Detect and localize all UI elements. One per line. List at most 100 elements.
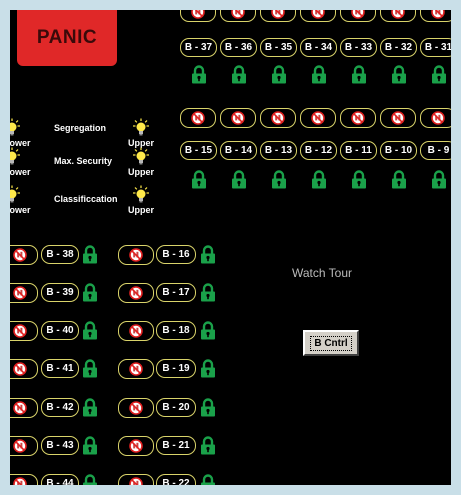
- prohibit-toggle-left1[interactable]: [10, 283, 38, 303]
- prohibited-icon: [271, 111, 285, 125]
- lock-icon[interactable]: [200, 436, 216, 455]
- prohibited-icon: [129, 477, 143, 485]
- lock-icon[interactable]: [82, 398, 98, 417]
- cell-button-top1[interactable]: B - 32: [380, 38, 417, 57]
- cell-button-top1[interactable]: B - 35: [260, 38, 297, 57]
- lock-icon[interactable]: [351, 170, 367, 189]
- cell-button-left2[interactable]: B - 22: [156, 474, 196, 485]
- lock-icon[interactable]: [271, 65, 287, 84]
- cell-button-top2[interactable]: B - 11: [340, 141, 377, 160]
- upper-label: Upper: [128, 167, 155, 177]
- cell-button-left2[interactable]: B - 19: [156, 359, 196, 378]
- prohibit-toggle-top2[interactable]: [420, 108, 451, 128]
- lock-icon[interactable]: [82, 245, 98, 264]
- cell-button-left2[interactable]: B - 20: [156, 398, 196, 417]
- bulb-lower-icon: [10, 147, 22, 167]
- prohibit-toggle-left1[interactable]: [10, 474, 38, 485]
- prohibit-toggle-top1[interactable]: [260, 10, 296, 22]
- cell-button-top2[interactable]: B - 12: [300, 141, 337, 160]
- watch-tour-label: Watch Tour: [292, 266, 353, 280]
- prohibit-toggle-left2[interactable]: [118, 321, 154, 341]
- lock-icon[interactable]: [82, 321, 98, 340]
- cell-button-top2[interactable]: B - 15: [180, 141, 217, 160]
- cell-button-top1[interactable]: B - 36: [220, 38, 257, 57]
- prohibit-toggle-left2[interactable]: [118, 398, 154, 418]
- prohibit-toggle-top1[interactable]: [300, 10, 336, 22]
- cell-button-left2[interactable]: B - 18: [156, 321, 196, 340]
- prohibit-toggle-left1[interactable]: [10, 359, 38, 379]
- prohibit-toggle-left2[interactable]: [118, 245, 154, 265]
- lock-icon[interactable]: [311, 65, 327, 84]
- cell-button-left1[interactable]: B - 41: [41, 359, 79, 378]
- prohibit-toggle-top1[interactable]: [340, 10, 376, 22]
- prohibit-toggle-top2[interactable]: [260, 108, 296, 128]
- cell-button-top1[interactable]: B - 34: [300, 38, 337, 57]
- cell-button-top1[interactable]: B - 33: [340, 38, 377, 57]
- lock-icon[interactable]: [82, 359, 98, 378]
- prohibit-toggle-left2[interactable]: [118, 359, 154, 379]
- lock-icon[interactable]: [200, 398, 216, 417]
- prohibit-toggle-left1[interactable]: [10, 436, 38, 456]
- lock-icon[interactable]: [82, 436, 98, 455]
- cell-button-top2[interactable]: B - 10: [380, 141, 417, 160]
- prohibit-toggle-top2[interactable]: [380, 108, 416, 128]
- cell-button-left1[interactable]: B - 42: [41, 398, 79, 417]
- prohibit-toggle-left2[interactable]: [118, 283, 154, 303]
- lock-icon[interactable]: [391, 170, 407, 189]
- lock-icon[interactable]: [351, 65, 367, 84]
- prohibited-icon: [13, 286, 27, 300]
- lock-icon[interactable]: [191, 65, 207, 84]
- cell-button-left2[interactable]: B - 21: [156, 436, 196, 455]
- prohibited-icon: [311, 10, 325, 19]
- lock-icon[interactable]: [431, 170, 447, 189]
- prohibited-icon: [311, 111, 325, 125]
- cell-button-left1[interactable]: B - 44: [41, 474, 79, 485]
- prohibit-toggle-top2[interactable]: [180, 108, 216, 128]
- panic-button[interactable]: PANIC: [17, 10, 117, 66]
- cell-button-left1[interactable]: B - 39: [41, 283, 79, 302]
- prohibit-toggle-top1[interactable]: [420, 10, 451, 22]
- lock-icon[interactable]: [231, 170, 247, 189]
- lock-icon[interactable]: [200, 245, 216, 264]
- lock-icon[interactable]: [82, 474, 98, 485]
- cell-button-left1[interactable]: B - 43: [41, 436, 79, 455]
- lock-icon[interactable]: [231, 65, 247, 84]
- cell-button-top2[interactable]: B - 14: [220, 141, 257, 160]
- lock-icon[interactable]: [200, 474, 216, 485]
- lock-icon[interactable]: [200, 321, 216, 340]
- lock-icon[interactable]: [82, 283, 98, 302]
- cell-button-left2[interactable]: B - 16: [156, 245, 196, 264]
- prohibit-toggle-top2[interactable]: [220, 108, 256, 128]
- prohibit-toggle-top2[interactable]: [300, 108, 336, 128]
- prohibited-icon: [191, 10, 205, 19]
- cell-button-top2[interactable]: B - 9: [420, 141, 451, 160]
- prohibit-toggle-top2[interactable]: [340, 108, 376, 128]
- cell-button-left1[interactable]: B - 40: [41, 321, 79, 340]
- cell-button-left1[interactable]: B - 38: [41, 245, 79, 264]
- control-name: Max. Security: [54, 156, 113, 166]
- cell-button-left2[interactable]: B - 17: [156, 283, 196, 302]
- prohibit-toggle-left2[interactable]: [118, 474, 154, 485]
- lock-icon[interactable]: [311, 170, 327, 189]
- lock-icon[interactable]: [431, 65, 447, 84]
- prohibit-toggle-top1[interactable]: [220, 10, 256, 22]
- prohibit-toggle-top1[interactable]: [180, 10, 216, 22]
- prohibit-toggle-top1[interactable]: [380, 10, 416, 22]
- lock-icon[interactable]: [200, 283, 216, 302]
- prohibited-icon: [231, 10, 245, 19]
- lock-icon[interactable]: [391, 65, 407, 84]
- lock-icon[interactable]: [200, 359, 216, 378]
- lock-icon[interactable]: [271, 170, 287, 189]
- prohibited-icon: [129, 248, 143, 262]
- lock-icon[interactable]: [191, 170, 207, 189]
- prohibit-toggle-left1[interactable]: [10, 398, 38, 418]
- control-name: Classificcation: [54, 194, 118, 204]
- prohibited-icon: [129, 324, 143, 338]
- prohibit-toggle-left2[interactable]: [118, 436, 154, 456]
- prohibit-toggle-left1[interactable]: [10, 321, 38, 341]
- cell-button-top2[interactable]: B - 13: [260, 141, 297, 160]
- cell-button-top1[interactable]: B - 37: [180, 38, 217, 57]
- cell-button-top1[interactable]: B - 31: [420, 38, 451, 57]
- b-control-button[interactable]: B Cntrl: [303, 330, 359, 356]
- prohibit-toggle-left1[interactable]: [10, 245, 38, 265]
